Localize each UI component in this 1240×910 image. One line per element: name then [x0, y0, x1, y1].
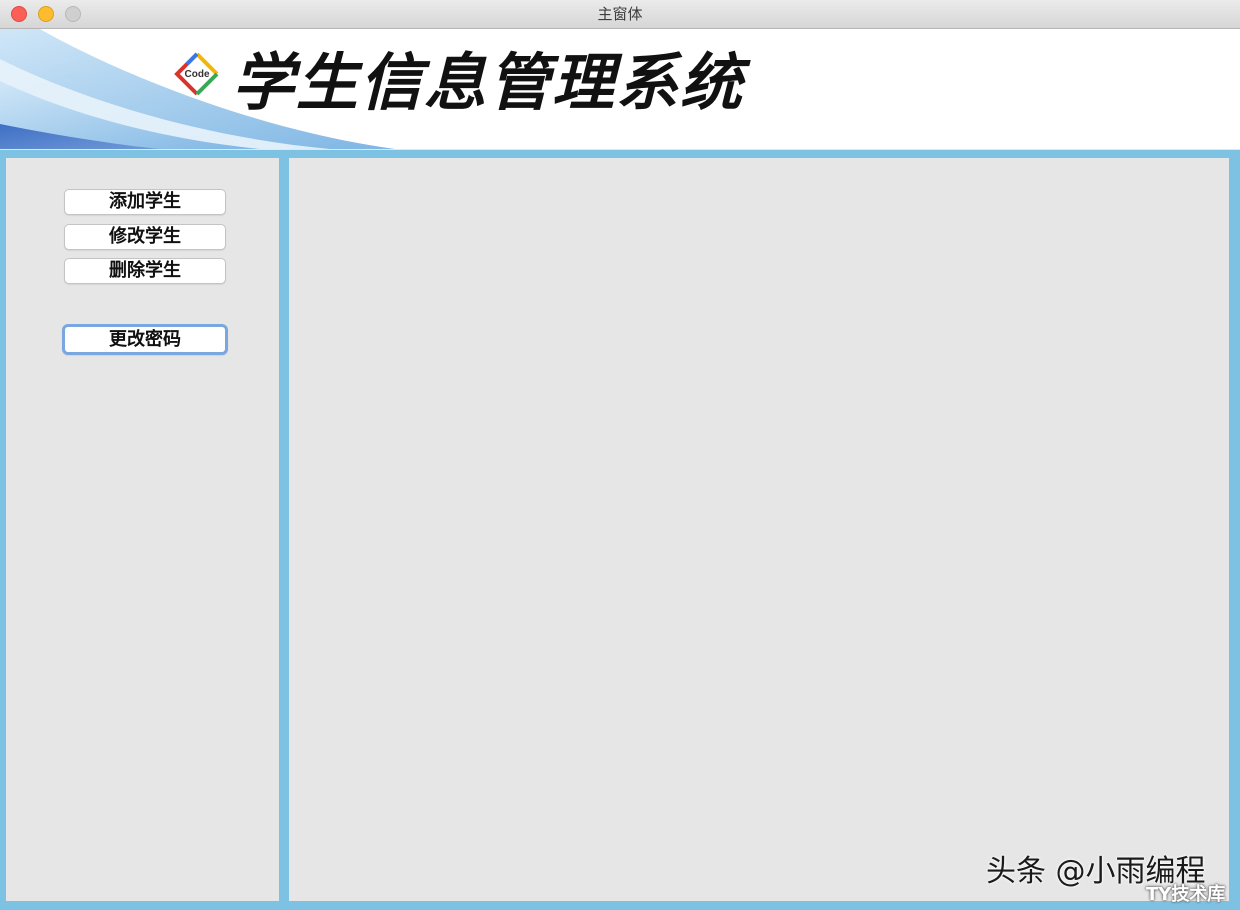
edit-student-button[interactable]: 修改学生	[64, 224, 226, 250]
change-password-button[interactable]: 更改密码	[62, 324, 228, 355]
logo-text: Code	[185, 69, 210, 80]
system-title: 学生信息管理系统	[232, 46, 745, 119]
delete-student-button[interactable]: 删除学生	[64, 258, 226, 284]
main-window: 主窗体 Code 学生信息管理系统 添加学生 修改学生 删除学生 更改密码 头条…	[0, 0, 1240, 910]
watermark-site: TY技术库	[1146, 884, 1226, 905]
content-panel	[289, 158, 1229, 901]
title-bar[interactable]: 主窗体	[0, 0, 1240, 29]
header-banner: Code 学生信息管理系统	[0, 29, 1240, 149]
code-logo: Code	[174, 52, 219, 96]
add-student-button[interactable]: 添加学生	[64, 189, 226, 215]
window-title: 主窗体	[597, 5, 643, 23]
